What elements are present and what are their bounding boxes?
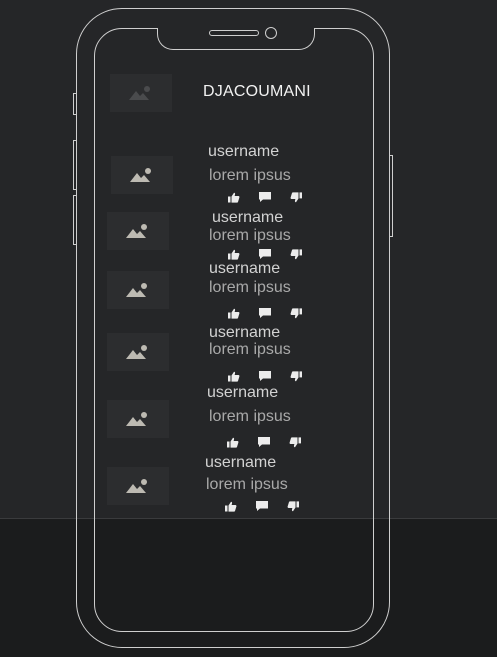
post-text: lorem ipsus: [209, 279, 291, 296]
thumbs-up-icon: [228, 308, 240, 319]
image-icon: [126, 283, 147, 297]
post-username[interactable]: username: [205, 454, 276, 472]
post-text: lorem ipsus: [209, 227, 291, 244]
profile-image-placeholder: [110, 74, 172, 112]
thumbs-down-icon: [290, 248, 302, 259]
dislike-button[interactable]: [289, 436, 301, 448]
post-text: lorem ipsus: [209, 341, 291, 358]
thumbs-up-icon: [228, 192, 240, 203]
post-text: lorem ipsus: [209, 167, 291, 184]
comment-icon: [256, 501, 268, 511]
comment-button[interactable]: [258, 191, 272, 203]
post-username[interactable]: username: [207, 384, 278, 402]
post-username[interactable]: username: [209, 260, 280, 278]
thumbs-down-icon: [290, 307, 302, 318]
thumbs-up-icon: [225, 501, 237, 512]
like-button[interactable]: [228, 371, 240, 382]
like-button[interactable]: [225, 501, 237, 512]
comment-button[interactable]: [258, 307, 272, 319]
page-title: DJACOUMANI: [203, 83, 311, 100]
post-image-placeholder: [107, 271, 169, 309]
post-image-placeholder: [107, 212, 169, 250]
thumbs-down-icon: [287, 500, 299, 511]
phone-volume-up: [73, 140, 77, 190]
comment-button[interactable]: [258, 248, 272, 260]
post-image-placeholder: [111, 156, 173, 194]
thumbs-down-icon: [290, 370, 302, 381]
post-image-placeholder: [107, 333, 169, 371]
comment-icon: [259, 249, 271, 259]
phone-volume-down: [73, 195, 77, 245]
post-actions: [225, 500, 299, 512]
post-actions: [228, 370, 302, 382]
post-username[interactable]: username: [212, 209, 283, 227]
comment-icon: [259, 371, 271, 381]
post-username[interactable]: username: [208, 143, 279, 161]
post-text: lorem ipsus: [209, 408, 291, 425]
image-icon: [126, 412, 147, 426]
phone-side-button: [73, 93, 77, 115]
phone-power-button: [389, 155, 393, 237]
post-username[interactable]: username: [209, 324, 280, 342]
dislike-button[interactable]: [290, 191, 302, 203]
image-icon: [126, 224, 147, 238]
comment-button[interactable]: [255, 500, 269, 512]
post-text: lorem ipsus: [206, 476, 288, 493]
comment-button[interactable]: [257, 436, 271, 448]
post-actions: [228, 307, 302, 319]
post-image-placeholder: [107, 400, 169, 438]
image-icon: [129, 86, 150, 100]
post-actions: [227, 436, 301, 448]
dislike-button[interactable]: [290, 370, 302, 382]
post-image-placeholder: [107, 467, 169, 505]
post-actions: [228, 191, 302, 203]
phone-speaker: [209, 30, 259, 36]
thumbs-up-icon: [228, 249, 240, 260]
like-button[interactable]: [228, 308, 240, 319]
thumbs-up-icon: [228, 371, 240, 382]
thumbs-down-icon: [289, 436, 301, 447]
comment-icon: [259, 308, 271, 318]
like-button[interactable]: [227, 437, 239, 448]
dislike-button[interactable]: [290, 307, 302, 319]
thumbs-down-icon: [290, 191, 302, 202]
post-actions: [228, 248, 302, 260]
dislike-button[interactable]: [287, 500, 299, 512]
comment-icon: [259, 192, 271, 202]
image-icon: [130, 168, 151, 182]
like-button[interactable]: [228, 192, 240, 203]
image-icon: [126, 479, 147, 493]
like-button[interactable]: [228, 249, 240, 260]
comment-icon: [258, 437, 270, 447]
comment-button[interactable]: [258, 370, 272, 382]
image-icon: [126, 345, 147, 359]
thumbs-up-icon: [227, 437, 239, 448]
dislike-button[interactable]: [290, 248, 302, 260]
phone-camera: [265, 27, 277, 39]
